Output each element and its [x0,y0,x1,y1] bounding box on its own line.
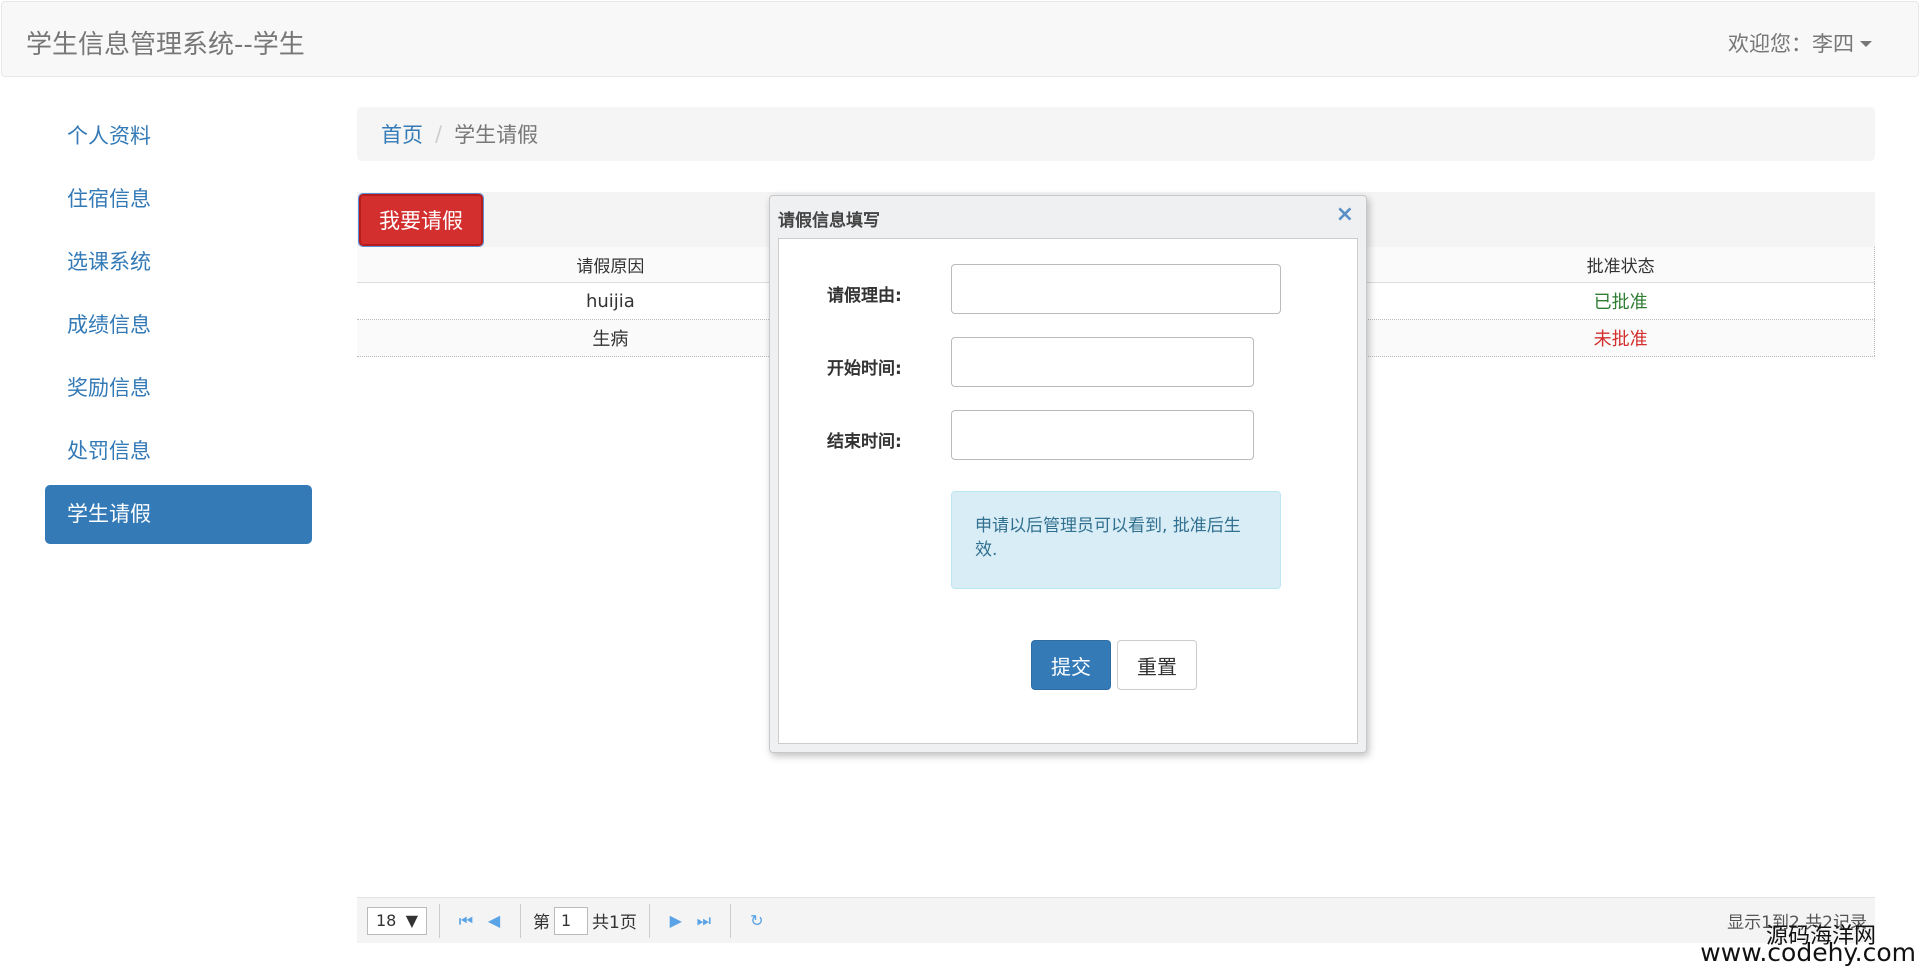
start-time-input[interactable] [951,337,1254,387]
start-time-label: 开始时间: [827,359,902,379]
request-leave-button[interactable]: 我要请假 [358,193,484,247]
app-title[interactable]: 学生信息管理系统--学生 [26,24,305,61]
navbar: 学生信息管理系统--学生 欢迎您：李四 [1,1,1919,77]
cell-status: 已批准 [1367,283,1875,319]
page-size-select[interactable]: 18 ▼ [367,906,427,935]
refresh-icon[interactable]: ↻ [743,911,771,930]
submit-button[interactable]: 提交 [1031,640,1111,690]
sidebar-item-course-selection[interactable]: 选课系统 [45,233,312,292]
sidebar-item-grades[interactable]: 成绩信息 [45,296,312,355]
breadcrumb-home[interactable]: 首页 [381,119,423,149]
reason-input[interactable] [951,264,1281,314]
breadcrumb: 首页 / 学生请假 [357,107,1875,161]
dialog-title[interactable]: 请假信息填写 [778,206,880,231]
dialog-body: 请假理由: 开始时间: 结束时间: 申请以后管理员可以看到, 批准后生效. 提交… [778,238,1358,744]
cell-status: 未批准 [1367,320,1875,356]
page-number-input[interactable]: 1 [554,906,588,935]
divider [439,903,440,938]
user-menu[interactable]: 欢迎您：李四 [1728,28,1872,58]
close-icon[interactable]: × [1336,202,1354,227]
next-page-icon[interactable]: ▶ [662,911,690,930]
divider [648,903,650,938]
end-time-input[interactable] [951,410,1254,460]
end-time-label: 结束时间: [827,432,902,452]
sidebar-item-punishments[interactable]: 处罚信息 [45,422,312,481]
welcome-text: 欢迎您：李四 [1728,32,1854,56]
first-page-icon[interactable]: ⏮ [452,911,480,931]
page-size-value: 18 [376,911,397,930]
prev-page-icon[interactable]: ◀ [480,911,508,930]
breadcrumb-current: 学生请假 [454,123,539,147]
sidebar: 个人资料 住宿信息 选课系统 成绩信息 奖励信息 处罚信息 学生请假 [45,107,312,548]
pagination-bar: 18 ▼ ⏮ ◀ 第 1 共1页 ▶ ⏭ ↻ 显示1到2,共2记录 [357,897,1875,943]
caret-down-icon [1860,41,1872,47]
sidebar-item-leave[interactable]: 学生请假 [45,485,312,544]
last-page-icon[interactable]: ⏭ [690,911,718,931]
sidebar-item-rewards[interactable]: 奖励信息 [45,359,312,418]
sidebar-item-profile[interactable]: 个人资料 [45,107,312,166]
reset-button[interactable]: 重置 [1117,640,1197,690]
page-total: 共1页 [592,913,637,933]
leave-request-dialog: 请假信息填写 × 请假理由: 开始时间: 结束时间: 申请以后管理员可以看到, … [769,195,1367,753]
watermark-url: www.codehy.com [1700,938,1916,967]
dropdown-arrow-icon: ▼ [405,911,418,930]
divider [520,903,521,938]
sidebar-item-dormitory[interactable]: 住宿信息 [45,170,312,229]
breadcrumb-separator: / [435,122,443,146]
info-note: 申请以后管理员可以看到, 批准后生效. [951,491,1281,589]
column-header-status[interactable]: 批准状态 [1367,247,1875,282]
page-prefix: 第 [533,913,550,933]
divider [729,903,731,938]
reason-label: 请假理由: [827,286,902,306]
